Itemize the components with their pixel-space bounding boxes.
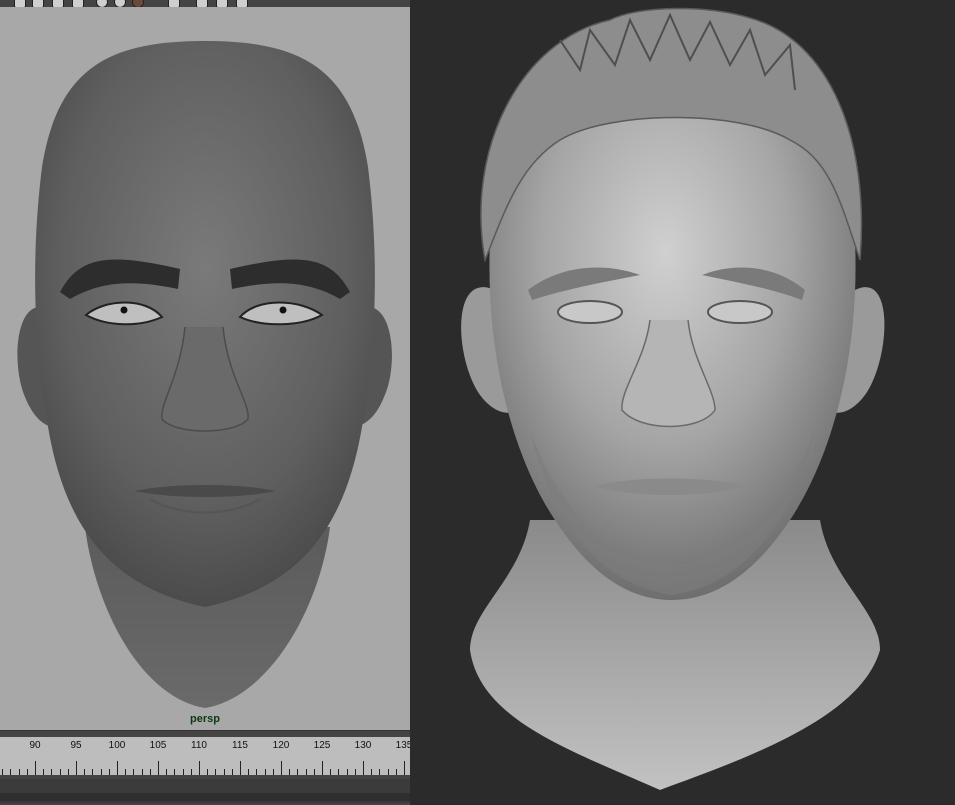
head-model (17, 41, 392, 708)
timeline-tick (281, 761, 282, 775)
timeline-tick (84, 769, 86, 775)
timeline-tick (141, 769, 143, 775)
timeline-tick (354, 769, 356, 775)
timeline-label: 120 (272, 740, 290, 751)
head-shape (35, 41, 375, 607)
timeline-tick (272, 769, 274, 775)
timeline-tick (67, 769, 69, 775)
timeline-tick (92, 769, 94, 775)
timeline-label: 90 (29, 740, 41, 751)
timeline-tick (51, 769, 53, 775)
rotate-icon[interactable] (52, 0, 64, 7)
timeline-tick (395, 769, 397, 775)
timeline-tick (231, 769, 233, 775)
timeline-tick (2, 769, 4, 775)
timeline-tick (133, 769, 135, 775)
select-icon[interactable] (14, 0, 26, 7)
timeline-tick (322, 761, 323, 775)
timeline-tick (158, 761, 159, 775)
timeline-label: 130 (354, 740, 372, 751)
timeline-tick (387, 769, 389, 775)
sculpt-right-eye (707, 300, 773, 324)
timeline-tick (100, 769, 102, 775)
timeline-label: 100 (108, 740, 126, 751)
time-slider[interactable]: 90 95 100 105 110 115 120 125 130 135 (0, 730, 410, 805)
timeline-tick (313, 769, 315, 775)
timeline-tick (10, 769, 12, 775)
timeline-tick (248, 769, 250, 775)
cube-icon[interactable] (72, 0, 84, 7)
timeline-tick (18, 769, 20, 775)
timeline-tick (289, 769, 291, 775)
shape-icon[interactable] (196, 0, 208, 7)
frame-icon[interactable] (216, 0, 228, 7)
timeline-label: 110 (191, 740, 207, 751)
timeline-tick (190, 769, 192, 775)
perspective-viewport[interactable]: persp (0, 7, 410, 730)
timeline-label: 115 (232, 740, 248, 751)
timeline-tick (215, 769, 217, 775)
sphere-icon[interactable] (96, 0, 108, 7)
timeline-tick (346, 769, 348, 775)
timeline-tick (166, 769, 168, 775)
timeline-label: 125 (313, 740, 331, 751)
timeline-tick (240, 761, 241, 775)
sculpt-head (461, 7, 885, 790)
timeline-tick (264, 769, 266, 775)
sculpt-viewport[interactable] (410, 0, 955, 805)
timeline-tick (207, 769, 209, 775)
timeline-tick (404, 761, 405, 775)
camera-label: persp (190, 713, 220, 725)
timeline-tick (35, 761, 36, 775)
timeline-tick (363, 761, 364, 775)
timeline-tick (297, 769, 299, 775)
timeline-tick (76, 761, 77, 775)
timeline-tick (125, 769, 127, 775)
timeline-label: 105 (149, 740, 167, 751)
sculpt-left-eye (557, 300, 623, 324)
timeline-tick (108, 769, 110, 775)
timeline-tick (223, 769, 225, 775)
timeline-tick (26, 769, 28, 775)
timeline-label: 95 (70, 740, 82, 751)
sphere-icon[interactable] (114, 0, 126, 7)
timeline-tick (371, 769, 373, 775)
timeline-tick (199, 761, 200, 775)
timeline-label: 135 (395, 740, 410, 751)
timeline-tick (117, 761, 118, 775)
timeline-tick (182, 769, 184, 775)
range-slider[interactable] (0, 779, 410, 803)
brush-icon[interactable] (236, 0, 248, 7)
hand-icon[interactable] (168, 0, 180, 7)
toolbar (0, 0, 410, 7)
timeline-tick (59, 769, 61, 775)
timeline-tick (256, 769, 258, 775)
sphere-icon[interactable] (132, 0, 144, 7)
timeline-tick (149, 769, 151, 775)
timeline-tick (330, 769, 332, 775)
timeline-track[interactable]: 90 95 100 105 110 115 120 125 130 135 (0, 737, 410, 775)
timeline-tick (379, 769, 381, 775)
maya-panel: persp 90 95 100 105 110 115 120 125 130 135 (0, 0, 410, 805)
timeline-tick (43, 769, 45, 775)
timeline-tick (338, 769, 340, 775)
timeline-tick (174, 769, 176, 775)
timeline-tick (305, 769, 307, 775)
move-icon[interactable] (32, 0, 44, 7)
